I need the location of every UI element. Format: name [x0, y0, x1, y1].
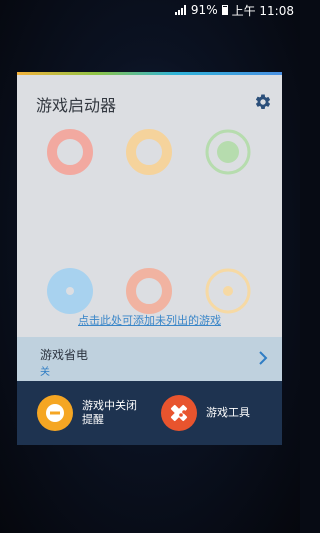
game-slot-4[interactable] — [46, 267, 94, 315]
panel-title: 游戏启动器 — [36, 96, 117, 115]
no-alerts-label: 游戏中关闭提醒 — [82, 399, 137, 426]
power-saving-value: 关 — [40, 367, 50, 378]
ring-icon — [126, 268, 172, 314]
ring-icon — [47, 129, 93, 175]
dot-icon — [47, 268, 93, 314]
signal-icon — [174, 5, 187, 15]
target-icon — [205, 129, 251, 175]
game-tools-label: 游戏工具 — [206, 406, 250, 419]
chevron-right-icon — [259, 351, 268, 365]
battery-icon — [221, 5, 228, 15]
game-tools-tool[interactable]: 游戏工具 — [161, 395, 250, 431]
clock: 上午 11:08 — [231, 3, 294, 18]
game-power-saving-row[interactable]: 游戏省电 关 — [17, 337, 282, 381]
tools-row: 游戏中关闭提醒 游戏工具 — [17, 381, 282, 445]
battery-percent: 91% — [190, 3, 218, 17]
panel-header: 游戏启动器 — [17, 75, 282, 121]
minus-circle-icon — [37, 395, 73, 431]
game-slot-3[interactable] — [204, 128, 252, 176]
power-saving-label: 游戏省电 — [40, 348, 89, 362]
status-bar: 91% 上午 11:08 — [0, 0, 300, 20]
game-launcher-panel: 游戏启动器 点击此处可添加未列出的游戏 游戏省电 关 游戏中关闭提醒 游戏工具 — [17, 72, 282, 445]
game-slot-6[interactable] — [204, 267, 252, 315]
target-icon — [205, 268, 251, 314]
game-slot-5[interactable] — [125, 267, 173, 315]
game-slot-2[interactable] — [125, 128, 173, 176]
gear-icon[interactable] — [254, 93, 272, 111]
game-slot-1[interactable] — [46, 128, 94, 176]
ring-icon — [126, 129, 172, 175]
add-games-link[interactable]: 点击此处可添加未列出的游戏 — [17, 312, 282, 328]
gamepad-icon — [161, 395, 197, 431]
no-alerts-tool[interactable]: 游戏中关闭提醒 — [37, 395, 138, 431]
